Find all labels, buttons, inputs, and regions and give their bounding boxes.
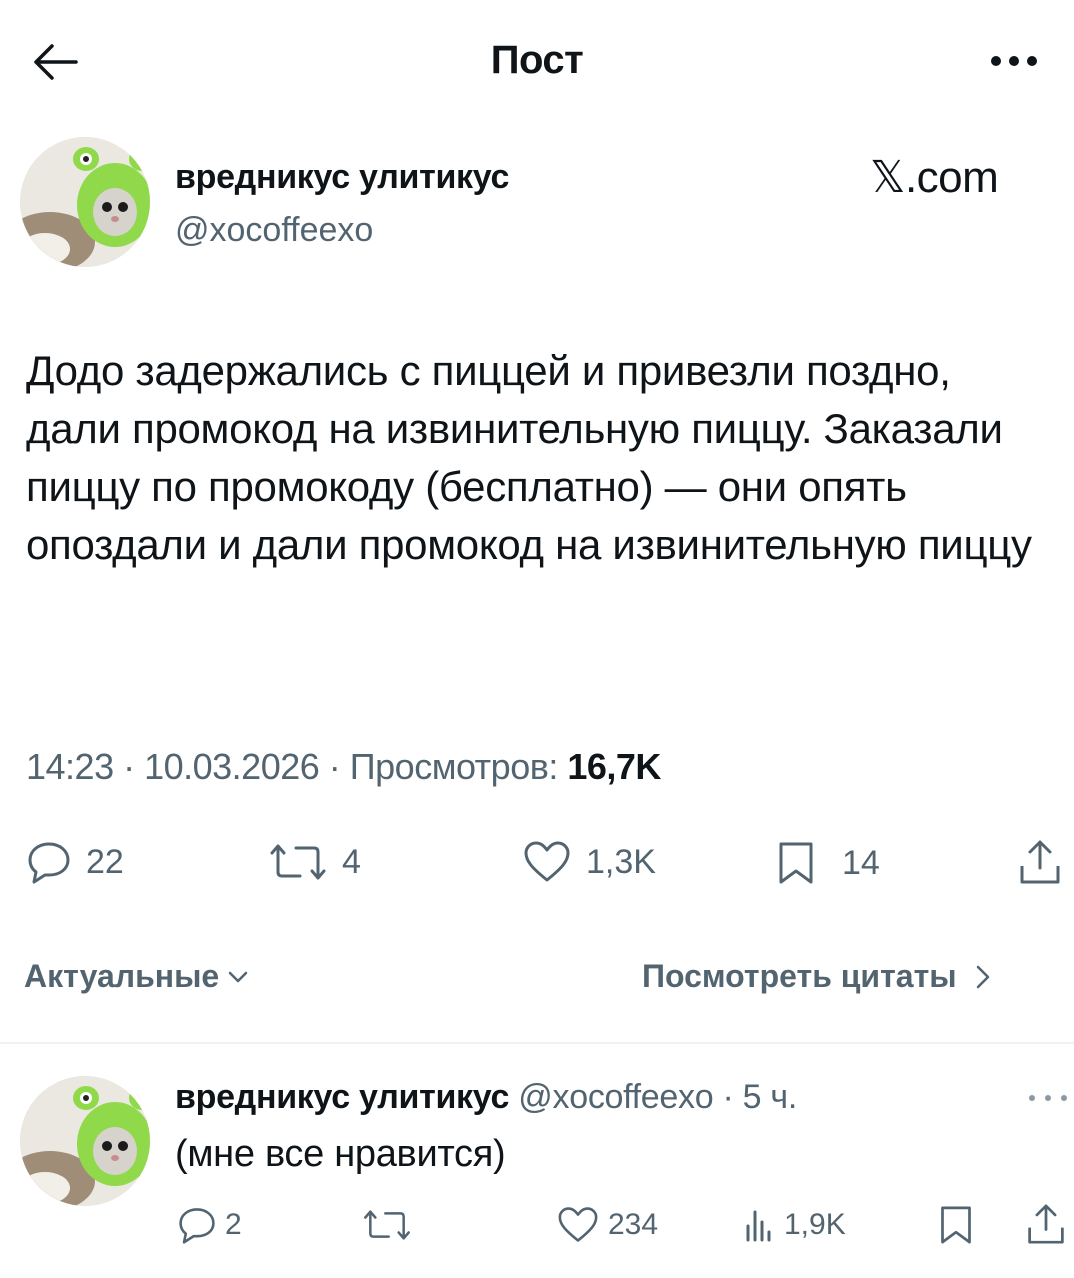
reply-author-handle[interactable]: @xocoffeexo [518,1078,713,1116]
views-icon [744,1206,772,1244]
share-icon [1026,1202,1066,1246]
more-icon[interactable] [986,46,1046,76]
quotes-label: Посмотреть цитаты [642,958,957,994]
meta-separator: · [113,746,145,787]
reply-like-button[interactable]: 234 [556,1206,658,1244]
post-date: 10.03.2026 [144,746,320,787]
reply-avatar[interactable] [20,1076,150,1206]
sort-label: Актуальные [24,958,220,994]
reply-count: 22 [86,842,124,881]
like-count: 1,3K [586,842,656,881]
bookmark-icon [938,1204,974,1246]
repost-count: 4 [342,842,361,881]
reply-like-count: 234 [608,1208,659,1241]
reply-reply-button[interactable]: 2 [177,1206,242,1244]
like-icon [522,840,572,884]
like-icon [556,1206,600,1244]
post-text: Додо задержались с пиццей и привезли поз… [26,347,1032,568]
repost-icon [362,1206,412,1244]
reply-reply-count: 2 [225,1208,242,1241]
repost-icon [268,840,328,884]
reply-icon [177,1206,217,1244]
bookmark-icon [776,840,816,886]
reply-icon [26,840,72,884]
share-button[interactable] [1018,838,1062,886]
bookmark-button[interactable]: 14 [776,840,880,886]
reply-views-button[interactable]: 1,9K [744,1206,846,1244]
reply-header: вредникус улитикус @xocoffeexo · 5 ч. [175,1078,797,1117]
repost-button[interactable]: 4 [268,840,361,884]
author-name[interactable]: вредникус улитикус [175,158,509,197]
chevron-down-icon [227,970,249,984]
avatar[interactable] [20,137,150,267]
post-time: 14:23 [26,746,114,787]
divider [0,1042,1074,1044]
reply-text: (мне все нравится) [175,1133,506,1175]
reply-repost-button[interactable] [362,1206,412,1244]
post-meta: 14:23 · 10.03.2026 · Просмотров: 16,7K [26,746,661,788]
sort-dropdown[interactable]: Актуальные [24,958,249,995]
views-count[interactable]: 16,7K [567,746,661,787]
meta-separator: · [319,746,350,787]
reply-bookmark-button[interactable] [938,1204,974,1246]
like-button[interactable]: 1,3K [522,840,656,884]
bookmark-count: 14 [842,843,880,882]
chevron-right-icon [975,964,991,990]
author-handle[interactable]: @xocoffeexo [175,211,373,250]
reply-button[interactable]: 22 [26,840,124,884]
page-title: Пост [490,38,584,82]
views-label: Просмотров: [349,746,559,787]
reply-separator: · [713,1078,743,1116]
view-quotes-link[interactable]: Посмотреть цитаты [642,958,991,995]
reply-time[interactable]: 5 ч. [743,1078,798,1116]
share-icon [1018,838,1062,886]
reply-share-button[interactable] [1026,1202,1066,1246]
reply-more-icon[interactable] [1024,1088,1072,1108]
watermark: 𝕏.com [870,153,999,202]
reply-author-name[interactable]: вредникус улитикус [175,1078,509,1116]
reply-views-count: 1,9K [784,1208,846,1241]
